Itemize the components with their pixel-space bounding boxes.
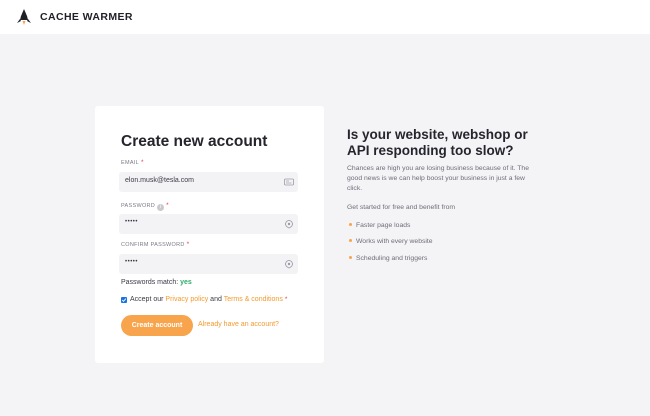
terms-text: Accept our Privacy policy and Terms & co… — [130, 296, 287, 303]
email-label-text: EMAIL — [121, 160, 140, 166]
password-label: PASSWORD i * — [121, 202, 169, 211]
required-marker: * — [186, 241, 190, 248]
confirm-password-field[interactable]: ••••• — [119, 254, 298, 274]
password-field[interactable]: ••••• — [119, 214, 298, 234]
terms-checkbox[interactable] — [121, 297, 127, 303]
feature-label: Scheduling and triggers — [356, 255, 428, 262]
confirm-password-value: ••••• — [125, 259, 139, 265]
feature-label: Faster page loads — [356, 222, 411, 229]
info-icon[interactable]: i — [157, 204, 165, 211]
email-value: elon.musk@tesla.com — [125, 177, 194, 184]
password-match-status: Passwords match: yes — [121, 279, 192, 286]
id-card-icon — [284, 178, 294, 186]
hero-description: Chances are high you are losing business… — [347, 165, 529, 192]
brand-name[interactable]: CACHE WARMER — [40, 11, 133, 23]
form-title: Create new account — [121, 133, 268, 150]
eye-icon[interactable] — [284, 259, 294, 269]
required-marker: * — [141, 159, 144, 166]
confirm-password-label-text: CONFIRM PASSWORD — [121, 242, 185, 248]
feature-item: Works with every website — [349, 238, 433, 245]
feature-label: Works with every website — [356, 238, 433, 245]
terms-prefix: Accept our — [130, 296, 164, 303]
email-field[interactable]: elon.musk@tesla.com — [119, 172, 298, 192]
password-label-text: PASSWORD — [121, 203, 156, 209]
hero-subheading: Get started for free and benefit from — [347, 204, 456, 211]
privacy-policy-link[interactable]: Privacy policy — [165, 296, 208, 303]
required-marker: * — [284, 296, 288, 303]
rocket-logo-icon[interactable] — [15, 8, 33, 26]
bullet-icon — [349, 256, 352, 259]
signup-card: Create new account EMAIL * elon.musk@tesl… — [95, 106, 324, 363]
email-label: EMAIL * — [121, 159, 144, 166]
password-match-value: yes — [180, 279, 192, 286]
checkmark-icon — [121, 298, 127, 302]
password-match-label: Passwords match: — [121, 279, 179, 286]
password-value: ••••• — [125, 219, 139, 225]
top-navbar: CACHE WARMER — [0, 0, 650, 34]
eye-icon[interactable] — [284, 219, 294, 229]
terms-conditions-link[interactable]: Terms & conditions — [224, 296, 283, 303]
create-account-button[interactable]: Create account — [121, 315, 193, 336]
feature-item: Faster page loads — [349, 222, 410, 229]
login-link[interactable]: Already have an account? — [198, 321, 279, 328]
feature-item: Scheduling and triggers — [349, 255, 427, 262]
bullet-icon — [349, 223, 352, 226]
hero-title: Is your website, webshop or API respondi… — [347, 127, 528, 158]
required-marker: * — [166, 202, 169, 209]
bullet-icon — [349, 239, 352, 242]
terms-and: and — [210, 296, 222, 303]
confirm-password-label: CONFIRM PASSWORD * — [121, 241, 190, 248]
